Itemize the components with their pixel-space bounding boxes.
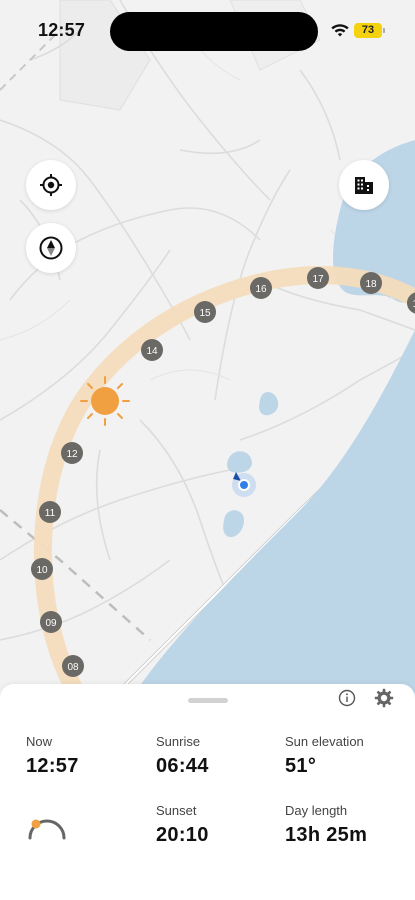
compass-icon	[39, 236, 63, 260]
sunset-label: Sunset	[156, 803, 197, 818]
hour-marker: 16	[250, 277, 272, 299]
map-view[interactable]: 08 09 10 11 12 14 15 16 17 18 19	[0, 0, 415, 700]
sun-info-sheet: Now 12:57 Sunrise 06:44 Sun elevation 51…	[0, 684, 415, 900]
sun-elevation-stat: Sun elevation 51°	[285, 734, 364, 778]
sun-elevation-label: Sun elevation	[285, 734, 364, 749]
now-stat: Now 12:57	[26, 734, 79, 778]
hour-marker: 09	[40, 611, 62, 633]
svg-text:17: 17	[312, 274, 324, 285]
svg-text:11: 11	[45, 508, 56, 519]
svg-text:08: 08	[67, 662, 79, 673]
building-icon	[355, 177, 373, 194]
gear-icon	[374, 688, 394, 708]
battery-indicator: 73	[354, 23, 385, 38]
now-label: Now	[26, 734, 53, 749]
day-length-value: 13h 25m	[285, 824, 368, 846]
compass-button[interactable]	[26, 223, 76, 273]
day-length-label: Day length	[285, 803, 348, 818]
sheet-drag-handle[interactable]	[188, 698, 228, 703]
locate-button[interactable]	[26, 160, 76, 210]
buildings-button[interactable]	[339, 160, 389, 210]
sunset-value: 20:10	[156, 824, 209, 846]
sunrise-stat: Sunrise 06:44	[156, 734, 209, 778]
svg-text:14: 14	[146, 346, 158, 357]
svg-text:18: 18	[365, 279, 377, 290]
now-value: 12:57	[26, 755, 79, 777]
hour-marker: 11	[39, 501, 61, 523]
info-icon	[338, 689, 356, 707]
wifi-icon	[331, 24, 349, 37]
hour-marker: 18	[360, 272, 382, 294]
svg-text:09: 09	[45, 618, 57, 629]
svg-text:10: 10	[36, 565, 48, 576]
hour-marker: 10	[31, 558, 53, 580]
dynamic-island	[110, 12, 318, 51]
sun-elevation-value: 51°	[285, 755, 317, 777]
hour-marker: 14	[141, 339, 163, 361]
svg-text:16: 16	[255, 284, 267, 295]
crosshair-icon	[40, 174, 62, 196]
status-bar: 12:57 73	[0, 0, 415, 60]
hour-marker: 15	[194, 301, 216, 323]
sun-position-arc-icon	[28, 819, 66, 840]
settings-button[interactable]	[373, 687, 395, 709]
day-length-stat: Day length 13h 25m	[285, 803, 367, 847]
hour-marker: 08	[62, 655, 84, 677]
svg-text:12: 12	[66, 449, 78, 460]
svg-text:15: 15	[199, 308, 211, 319]
hour-marker: 17	[307, 267, 329, 289]
sunrise-value: 06:44	[156, 755, 209, 777]
sunset-stat: Sunset 20:10	[156, 803, 209, 847]
sunrise-label: Sunrise	[156, 734, 201, 749]
info-button[interactable]	[336, 687, 358, 709]
hour-marker: 12	[61, 442, 83, 464]
status-time: 12:57	[38, 20, 86, 40]
